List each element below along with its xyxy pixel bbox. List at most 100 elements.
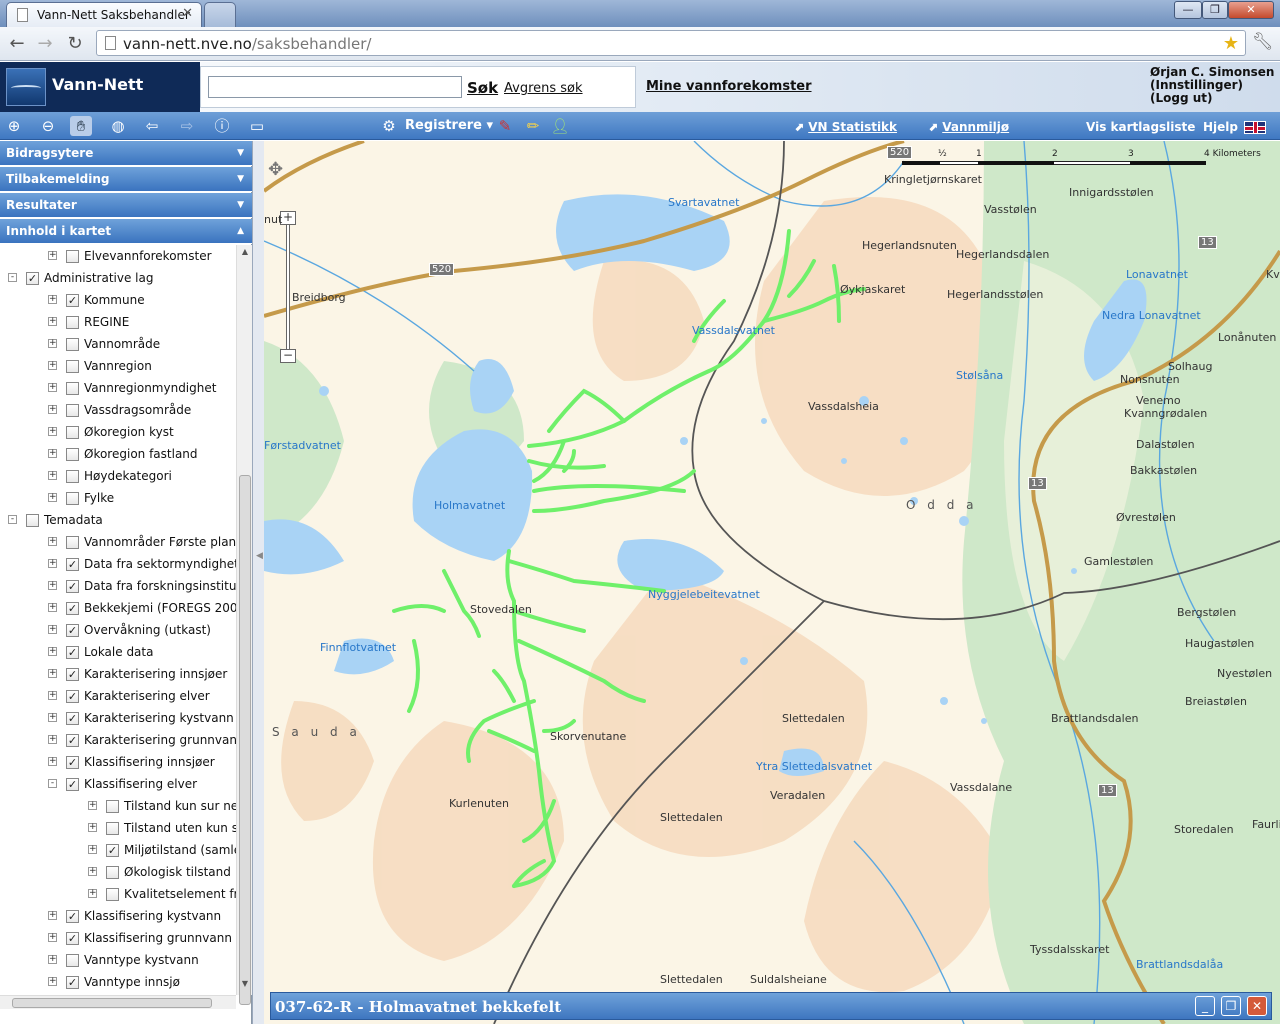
expand-icon[interactable]: + — [88, 823, 97, 832]
layer-checkbox[interactable] — [66, 470, 79, 483]
layer-checkbox[interactable] — [106, 822, 119, 835]
expand-icon[interactable]: + — [48, 493, 57, 502]
layer-checkbox[interactable]: ✓ — [26, 272, 39, 285]
full-extent-globe-icon[interactable]: ◍ — [107, 116, 129, 136]
layer-tree-item[interactable]: + Fylke — [0, 487, 236, 509]
layer-tree-item[interactable]: + Økoregion fastland — [0, 443, 236, 465]
layer-tree-item[interactable]: + ✓ Karakterisering grunnvann — [0, 729, 236, 751]
expand-icon[interactable]: + — [48, 449, 57, 458]
layer-tree-item[interactable]: + Kvalitetselement fra — [0, 883, 236, 905]
layer-checkbox[interactable] — [66, 404, 79, 417]
browser-tab[interactable]: Vann-Nett Saksbehandler ✕ — [6, 2, 202, 27]
layer-tree-item[interactable]: + ✓ Karakterisering elver — [0, 685, 236, 707]
layer-tree-item[interactable]: + Økoregion kyst — [0, 421, 236, 443]
layer-tree-item[interactable]: + ✓ Data fra sektormyndighete — [0, 553, 236, 575]
section-resultater[interactable]: Resultater ▼ — [0, 193, 252, 218]
collapse-icon[interactable]: - — [48, 779, 57, 788]
collapse-icon[interactable]: - — [8, 273, 17, 282]
expand-icon[interactable]: + — [48, 251, 57, 260]
expand-icon[interactable]: + — [88, 801, 97, 810]
layer-checkbox[interactable] — [66, 250, 79, 263]
layer-tree-item[interactable]: + Vannområder Første planfa — [0, 531, 236, 553]
collapse-icon[interactable]: - — [8, 515, 17, 524]
expand-icon[interactable]: + — [48, 317, 57, 326]
layer-tree-item[interactable]: + Vannregionmyndighet — [0, 377, 236, 399]
layer-checkbox[interactable]: ✓ — [66, 602, 79, 615]
edit-river-icon[interactable]: ✎ — [494, 116, 516, 136]
section-innhold-i-kartet[interactable]: Innhold i kartet ▲ — [0, 219, 252, 244]
layer-tree-item[interactable]: - ✓ Klassifisering elver — [0, 773, 236, 795]
layer-checkbox[interactable] — [66, 360, 79, 373]
layer-checkbox[interactable]: ✓ — [66, 624, 79, 637]
forward-icon[interactable]: → — [34, 33, 56, 55]
layer-tree-item[interactable]: + ✓ Karakterisering innsjøer — [0, 663, 236, 685]
layer-tree-item[interactable]: + REGINE — [0, 311, 236, 333]
register-icon[interactable]: ⚙︎ — [378, 116, 400, 136]
layer-checkbox[interactable] — [66, 536, 79, 549]
layer-checkbox[interactable]: ✓ — [66, 580, 79, 593]
layer-checkbox[interactable]: ✓ — [66, 294, 79, 307]
layer-checkbox[interactable]: ✓ — [66, 558, 79, 571]
new-tab-button[interactable] — [204, 2, 236, 27]
layer-tree-item[interactable]: - ✓ Administrative lag — [0, 267, 236, 289]
app-logo[interactable]: Vann-Nett — [0, 62, 200, 112]
section-bidragsytere[interactable]: Bidragsytere ▼ — [0, 141, 252, 166]
map-canvas[interactable]: ✥ + − 0 ½ 1 2 3 4 Kilometers 520 520 13 … — [264, 141, 1280, 1024]
layer-tree-item[interactable]: + Elvevannforekomster — [0, 245, 236, 267]
expand-icon[interactable]: + — [48, 383, 57, 392]
expand-icon[interactable]: + — [48, 295, 57, 304]
layer-tree-item[interactable]: + Vannområde — [0, 333, 236, 355]
close-icon[interactable]: ✕ — [1247, 996, 1267, 1016]
expand-icon[interactable]: + — [48, 669, 57, 678]
search-input[interactable] — [208, 76, 462, 98]
maximize-window-button[interactable]: ❐ — [1202, 1, 1228, 19]
layer-checkbox[interactable]: ✓ — [66, 910, 79, 923]
register-menu[interactable]: Registrere ▾ — [405, 118, 493, 133]
expand-icon[interactable]: + — [48, 713, 57, 722]
layer-checkbox[interactable] — [66, 316, 79, 329]
layer-tree-item[interactable]: + ✓ Karakterisering kystvann — [0, 707, 236, 729]
bookmark-star-icon[interactable]: ★ — [1223, 33, 1239, 54]
hscroll-thumb[interactable] — [12, 998, 212, 1008]
my-waterbodies-link[interactable]: Mine vannforekomster — [646, 79, 812, 94]
layer-checkbox[interactable] — [106, 800, 119, 813]
vannmiljo-link[interactable]: ⬈ Vannmiljø — [928, 120, 1009, 134]
layer-tree-item[interactable]: + ✓ Klassifisering innsjøer — [0, 751, 236, 773]
refine-search-link[interactable]: Avgrens søk — [504, 81, 583, 96]
layer-tree-item[interactable]: + ✓ Data fra forskningsinstitusj — [0, 575, 236, 597]
expand-icon[interactable]: + — [48, 647, 57, 656]
expand-icon[interactable]: + — [48, 361, 57, 370]
expand-icon[interactable]: + — [48, 603, 57, 612]
layer-checkbox[interactable]: ✓ — [66, 734, 79, 747]
expand-icon[interactable]: + — [48, 537, 57, 546]
zoom-in-icon[interactable]: ⊕ — [3, 116, 25, 136]
layer-tree-item[interactable]: + ✓ Miljøtilstand (samlet — [0, 839, 236, 861]
layer-checkbox[interactable] — [66, 426, 79, 439]
expand-icon[interactable]: + — [88, 867, 97, 876]
uk-flag-icon[interactable] — [1244, 121, 1266, 134]
feature-info-bar[interactable]: 037-62-R - Holmavatnet bekkefelt _ ❐ ✕ — [270, 992, 1272, 1020]
section-tilbakemelding[interactable]: Tilbakemelding ▼ — [0, 167, 252, 192]
scroll-thumb[interactable] — [239, 475, 251, 1005]
layer-checkbox[interactable]: ✓ — [66, 646, 79, 659]
draw-pencil-icon[interactable]: ✏︎ — [522, 116, 544, 136]
show-layer-list-link[interactable]: Vis kartlagsliste — [1086, 120, 1195, 134]
minimize-icon[interactable]: _ — [1195, 996, 1215, 1016]
layer-tree-item[interactable]: + Økologisk tilstand — [0, 861, 236, 883]
expand-icon[interactable]: + — [48, 955, 57, 964]
expand-icon[interactable]: + — [48, 691, 57, 700]
expand-icon[interactable]: + — [48, 405, 57, 414]
reload-icon[interactable]: ↻ — [64, 33, 86, 55]
layer-checkbox[interactable]: ✓ — [66, 756, 79, 769]
layer-checkbox[interactable]: ✓ — [66, 668, 79, 681]
layer-tree-item[interactable]: + Høydekategori — [0, 465, 236, 487]
layer-tree-item[interactable]: + Vannregion — [0, 355, 236, 377]
layer-tree-item[interactable]: + ✓ Vanntype innsjø — [0, 971, 236, 993]
expand-icon[interactable]: + — [48, 559, 57, 568]
layer-tree-hscrollbar[interactable] — [0, 995, 236, 1009]
close-window-button[interactable]: ✕ — [1228, 1, 1274, 19]
layer-tree-item[interactable]: + Vassdragsområde — [0, 399, 236, 421]
expand-icon[interactable]: + — [48, 339, 57, 348]
layer-tree-item[interactable]: + ✓ Klassifisering kystvann — [0, 905, 236, 927]
expand-icon[interactable]: + — [48, 735, 57, 744]
